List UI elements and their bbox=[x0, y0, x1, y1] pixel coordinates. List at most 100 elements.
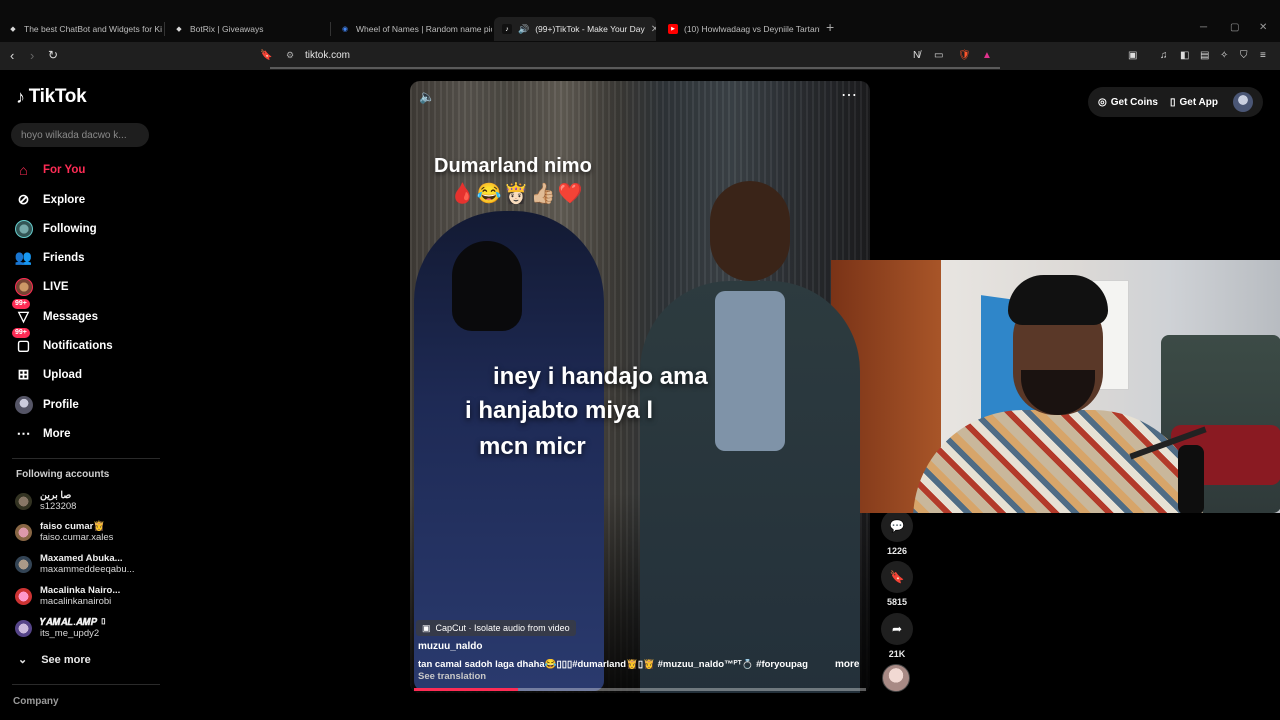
close-tab-icon[interactable]: ✕ bbox=[651, 24, 656, 35]
get-app-button[interactable]: ▯ Get App bbox=[1170, 97, 1218, 108]
account-handle: s123208 bbox=[40, 501, 77, 512]
nav-label: For You bbox=[43, 163, 86, 176]
new-tab-button[interactable]: + bbox=[826, 19, 834, 35]
following-account[interactable]: Macalinka Nairo... macalinkanairobi bbox=[15, 585, 120, 607]
brave-shields-icon[interactable]: 🛡 bbox=[958, 50, 971, 61]
following-account[interactable]: صا برين s123208 bbox=[15, 490, 76, 512]
maximize-icon[interactable]: ▢ bbox=[1230, 22, 1239, 33]
nav-notifications[interactable]: ▢ 99+ Notifications bbox=[12, 328, 113, 355]
see-more-button[interactable]: ⌄ See more bbox=[18, 653, 91, 667]
company-link[interactable]: Company bbox=[13, 696, 59, 707]
nav-label: Messages bbox=[43, 310, 98, 323]
more-button[interactable]: more bbox=[835, 659, 859, 670]
profile-avatar[interactable] bbox=[1233, 92, 1253, 112]
nav-friends[interactable]: 👥 Friends bbox=[14, 248, 85, 267]
minimize-icon[interactable]: ─ bbox=[1200, 22, 1207, 33]
vpn-icon[interactable]: ⛉ bbox=[1240, 50, 1248, 61]
nav-label: Following bbox=[43, 222, 97, 235]
profile-avatar-icon bbox=[14, 395, 33, 414]
page-load-bar bbox=[270, 67, 1000, 69]
top-right-actions: ◎ Get Coins ▯ Get App bbox=[1088, 87, 1263, 117]
nav-for-you[interactable]: ⌂ For You bbox=[14, 160, 85, 179]
tiktok-logo[interactable]: ♪ TikTok bbox=[16, 86, 87, 108]
bookmark-icon[interactable]: 🔖 bbox=[881, 561, 913, 593]
nav-explore[interactable]: ⊘ Explore bbox=[14, 190, 86, 209]
nav-label: Notifications bbox=[43, 339, 113, 352]
tab-title: Wheel of Names | Random name pic bbox=[356, 24, 492, 34]
browser-tab[interactable]: ◆ BotRix | Giveaways bbox=[166, 17, 330, 41]
tab-favicon-icon: ◆ bbox=[176, 26, 182, 33]
sidebar-toggle-icon[interactable]: ◧ bbox=[1180, 50, 1189, 61]
cast-icon[interactable]: ▭ bbox=[934, 50, 943, 61]
nav-label: Friends bbox=[43, 251, 85, 264]
youtube-favicon-icon: ▶ bbox=[668, 24, 678, 34]
browser-tab[interactable]: ◆ The best ChatBot and Widgets for Ki bbox=[0, 17, 162, 41]
nav-upload[interactable]: ⊞ Upload bbox=[14, 365, 82, 384]
nav-label: Profile bbox=[43, 398, 79, 411]
nav-profile[interactable]: Profile bbox=[14, 395, 79, 414]
divider bbox=[12, 684, 160, 685]
get-coins-button[interactable]: ◎ Get Coins bbox=[1098, 97, 1158, 108]
see-translation-link[interactable]: See translation bbox=[418, 671, 486, 682]
bookmark-action[interactable]: 🔖 5815 bbox=[880, 561, 914, 607]
wallet-icon[interactable]: ▤ bbox=[1200, 50, 1209, 61]
capcut-label: CapCut · Isolate audio from video bbox=[435, 623, 570, 633]
account-handle: faiso.cumar.xales bbox=[40, 532, 114, 543]
video-options-icon[interactable]: ⋯ bbox=[841, 85, 858, 105]
bookmark-page-icon[interactable]: 🔖 bbox=[260, 50, 272, 61]
nav-label: More bbox=[43, 427, 71, 440]
home-icon: ⌂ bbox=[19, 161, 28, 178]
volume-icon[interactable]: 🔈 bbox=[419, 89, 435, 105]
nav-label: LIVE bbox=[43, 280, 69, 293]
search-input[interactable]: hoyo wilkada dacwo k... bbox=[11, 123, 149, 147]
site-settings-icon[interactable]: ⚙ bbox=[286, 50, 294, 61]
capcut-tag[interactable]: ▣ CapCut · Isolate audio from video bbox=[416, 620, 576, 636]
tab-favicon-icon: ◆ bbox=[10, 26, 16, 33]
notifications-badge: 99+ bbox=[12, 328, 30, 338]
tiktok-favicon-icon: ♪ bbox=[502, 24, 512, 34]
video-progress-bar[interactable] bbox=[414, 688, 866, 691]
tab-title: BotRix | Giveaways bbox=[190, 24, 264, 34]
leo-ai-icon[interactable]: ✧ bbox=[1220, 50, 1228, 61]
reload-icon[interactable]: ↻ bbox=[48, 48, 58, 62]
video-author[interactable]: muzuu_naldo bbox=[418, 641, 482, 652]
comment-action[interactable]: 💬 1226 bbox=[880, 510, 914, 556]
video-person-right bbox=[640, 181, 860, 693]
browser-tab-active[interactable]: ♪ 🔊 (99+)TikTok - Make Your Day ✕ bbox=[494, 17, 656, 41]
forward-icon[interactable]: › bbox=[30, 48, 34, 63]
nav-messages[interactable]: ▽ 99+ Messages bbox=[12, 299, 98, 326]
webcam-overlay bbox=[831, 260, 1280, 513]
upload-icon: ⊞ bbox=[17, 366, 30, 382]
video-player[interactable]: 🔈 ⋯ Dumarland nimo 🩸😂👸🏻👍🏼❤️ iney i handa… bbox=[410, 81, 870, 693]
url-field[interactable]: tiktok.com bbox=[305, 50, 350, 61]
nav-more[interactable]: ⋯ More bbox=[14, 424, 71, 443]
translate-off-icon[interactable]: N̸ bbox=[913, 50, 920, 61]
tab-favicon-icon: ◉ bbox=[341, 26, 349, 33]
tiktok-note-icon: ♪ bbox=[16, 86, 25, 107]
following-account[interactable]: faiso cumar👸 faiso.cumar.xales bbox=[15, 521, 113, 543]
browser-tab-bar: ◆ The best ChatBot and Widgets for Ki ◆ … bbox=[0, 0, 1280, 42]
account-handle: macalinkanairobi bbox=[40, 596, 112, 607]
browser-tab[interactable]: ◉ Wheel of Names | Random name pic bbox=[332, 17, 492, 41]
avatar bbox=[15, 587, 32, 605]
share-action[interactable]: ➦ 21K bbox=[880, 613, 914, 659]
back-icon[interactable]: ‹ bbox=[10, 48, 14, 63]
reader-icon[interactable]: ▣ bbox=[1128, 50, 1137, 61]
menu-icon[interactable]: ≡ bbox=[1260, 50, 1266, 61]
nav-live[interactable]: LIVE bbox=[14, 277, 69, 296]
music-avatar[interactable] bbox=[882, 664, 910, 692]
phone-icon: ▯ bbox=[1169, 96, 1176, 108]
brave-rewards-icon[interactable]: ▲ bbox=[982, 50, 992, 61]
search-placeholder: hoyo wilkada dacwo k... bbox=[21, 129, 127, 141]
media-icon[interactable]: ♫ bbox=[1160, 50, 1168, 61]
tab-title: The best ChatBot and Widgets for Ki bbox=[24, 24, 162, 34]
close-window-icon[interactable]: ✕ bbox=[1259, 22, 1267, 33]
address-bar bbox=[0, 42, 1280, 70]
browser-tab[interactable]: ▶ (10) Howlwadaag vs Deyniile Tartank bbox=[660, 17, 820, 41]
following-account[interactable]: 𝒀𝑨𝑴𝑨𝑳.𝑨𝑴𝑷 ▯ its_me_updy2 bbox=[15, 617, 107, 639]
following-account[interactable]: Maxamed Abuka... maxammeddeeqabu... bbox=[15, 553, 135, 575]
video-emojis: 🩸😂👸🏻👍🏼❤️ bbox=[450, 183, 585, 205]
comment-icon[interactable]: 💬 bbox=[881, 510, 913, 542]
share-icon[interactable]: ➦ bbox=[881, 613, 913, 645]
nav-following[interactable]: Following bbox=[14, 219, 97, 238]
